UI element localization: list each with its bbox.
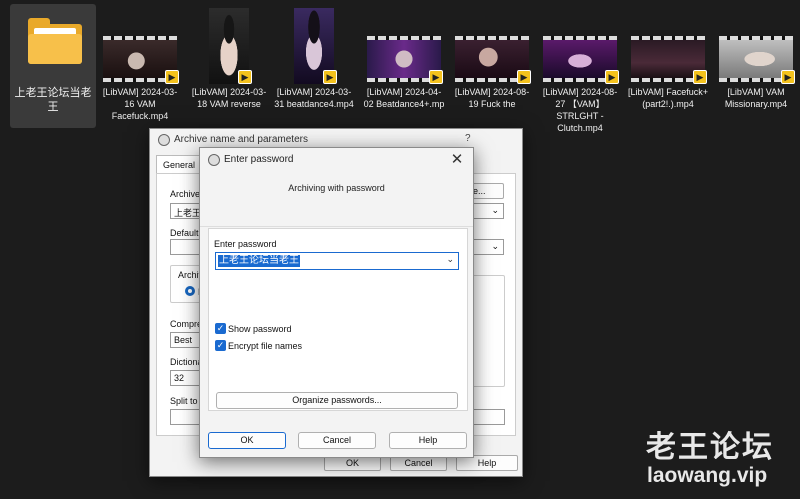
- file-label: [LibVAM] 2024-03-31 beatdance4.mp4: [274, 87, 354, 109]
- chevron-down-icon: ⌄: [491, 205, 499, 215]
- password-ok-button[interactable]: OK: [208, 432, 286, 449]
- compression-label: Compre: [170, 319, 203, 329]
- video-file-item[interactable]: ▶ [LibVAM] Facefuck+ (part2!.).mp4: [625, 4, 711, 128]
- player-badge-icon: ▶: [605, 70, 619, 84]
- split-volumes-label: Split to: [170, 396, 198, 406]
- password-cancel-button[interactable]: Cancel: [298, 432, 376, 449]
- file-label: [LibVAM] VAM Missionary.mp4: [724, 87, 788, 109]
- format-radio[interactable]: [185, 286, 195, 296]
- divider: [200, 226, 473, 227]
- player-badge-icon: ▶: [165, 70, 179, 84]
- folder-item[interactable]: 上老王论坛当老王: [10, 4, 96, 128]
- dialog-titlebar: Enter password ✕: [200, 148, 473, 172]
- player-badge-icon: ▶: [517, 70, 531, 84]
- dictionary-label: Dictiona: [170, 357, 203, 367]
- enter-password-dialog: Enter password ✕ Archiving with password…: [199, 147, 474, 458]
- dialog-title: Archive name and parameters: [174, 134, 308, 145]
- dialog-title: Enter password: [224, 154, 294, 165]
- video-file-item[interactable]: ▶ [LibVAM] VAM Missionary.mp4: [713, 4, 799, 128]
- dialog-subtitle: Archiving with password: [288, 183, 385, 193]
- show-password-checkbox[interactable]: ✓: [215, 323, 226, 334]
- file-label: [LibVAM] 2024-08-27 【VAM】STRLGHT - Clutc…: [542, 87, 618, 133]
- player-badge-icon: ▶: [781, 70, 795, 84]
- encrypt-file-names-checkbox[interactable]: ✓: [215, 340, 226, 351]
- help-question-icon[interactable]: ?: [465, 133, 471, 144]
- winrar-icon: [208, 154, 220, 166]
- video-file-item[interactable]: ▶ [LibVAM] 2024-04-02 Beatdance4+.mp: [361, 4, 447, 128]
- default-profile-label: Default: [170, 228, 199, 238]
- file-label: [LibVAM] 2024-04-02 Beatdance4+.mp: [363, 87, 445, 109]
- video-file-item[interactable]: ▶ [LibVAM] 2024-08-27 【VAM】STRLGHT - Clu…: [537, 4, 623, 133]
- password-help-button[interactable]: Help: [389, 432, 467, 449]
- folder-icon: [28, 18, 82, 64]
- video-file-item[interactable]: ▶ [LibVAM] 2024-08-19 Fuck the: [449, 4, 535, 128]
- tab-general[interactable]: General: [156, 155, 203, 174]
- compression-value: Best: [174, 335, 193, 345]
- watermark-name: 老王论坛: [646, 430, 774, 465]
- file-label: [LibVAM] 2024-03-18 VAM reverse: [191, 87, 267, 109]
- player-badge-icon: ▶: [429, 70, 443, 84]
- winrar-icon: [158, 134, 170, 146]
- dictionary-value: 32: [174, 373, 185, 383]
- file-label: [LibVAM] 2024-08-19 Fuck the: [454, 87, 530, 109]
- video-file-item[interactable]: ▶ [LibVAM] 2024-03-31 beatdance4.mp4: [271, 4, 357, 128]
- file-label: [LibVAM] Facefuck+ (part2!.).mp4: [627, 87, 709, 109]
- archive-name-value: 上老王: [174, 208, 202, 218]
- password-input[interactable]: 上老王论坛当老王 ⌄: [215, 252, 459, 270]
- chevron-down-icon[interactable]: ⌄: [446, 254, 454, 265]
- password-value: 上老王论坛当老王: [218, 255, 300, 267]
- player-badge-icon: ▶: [238, 70, 252, 84]
- organize-passwords-button[interactable]: Organize passwords...: [216, 392, 458, 409]
- file-label: [LibVAM] 2024-03-16 VAM Facefuck.mp4: [102, 87, 178, 121]
- file-label: 上老王论坛当老王: [14, 87, 92, 113]
- enter-password-label-text: Enter password: [214, 239, 277, 249]
- player-badge-icon: ▶: [323, 70, 337, 84]
- watermark-url: laowang.vip: [647, 464, 768, 487]
- encrypt-file-names-label: Encrypt file names: [228, 341, 303, 351]
- archiving-options-group: [472, 275, 505, 387]
- split-unit-combo[interactable]: [472, 409, 505, 425]
- show-password-label: Show password: [228, 324, 292, 334]
- chevron-down-icon: ⌄: [491, 241, 499, 251]
- video-file-item[interactable]: ▶ [LibVAM] 2024-03-18 VAM reverse: [186, 4, 272, 128]
- player-badge-icon: ▶: [693, 70, 707, 84]
- video-file-item[interactable]: ▶ [LibVAM] 2024-03-16 VAM Facefuck.mp4: [97, 4, 183, 128]
- enter-password-label: Enter password: [214, 239, 277, 249]
- close-icon[interactable]: ✕: [448, 150, 466, 168]
- archive-name-label: Archive: [170, 189, 201, 199]
